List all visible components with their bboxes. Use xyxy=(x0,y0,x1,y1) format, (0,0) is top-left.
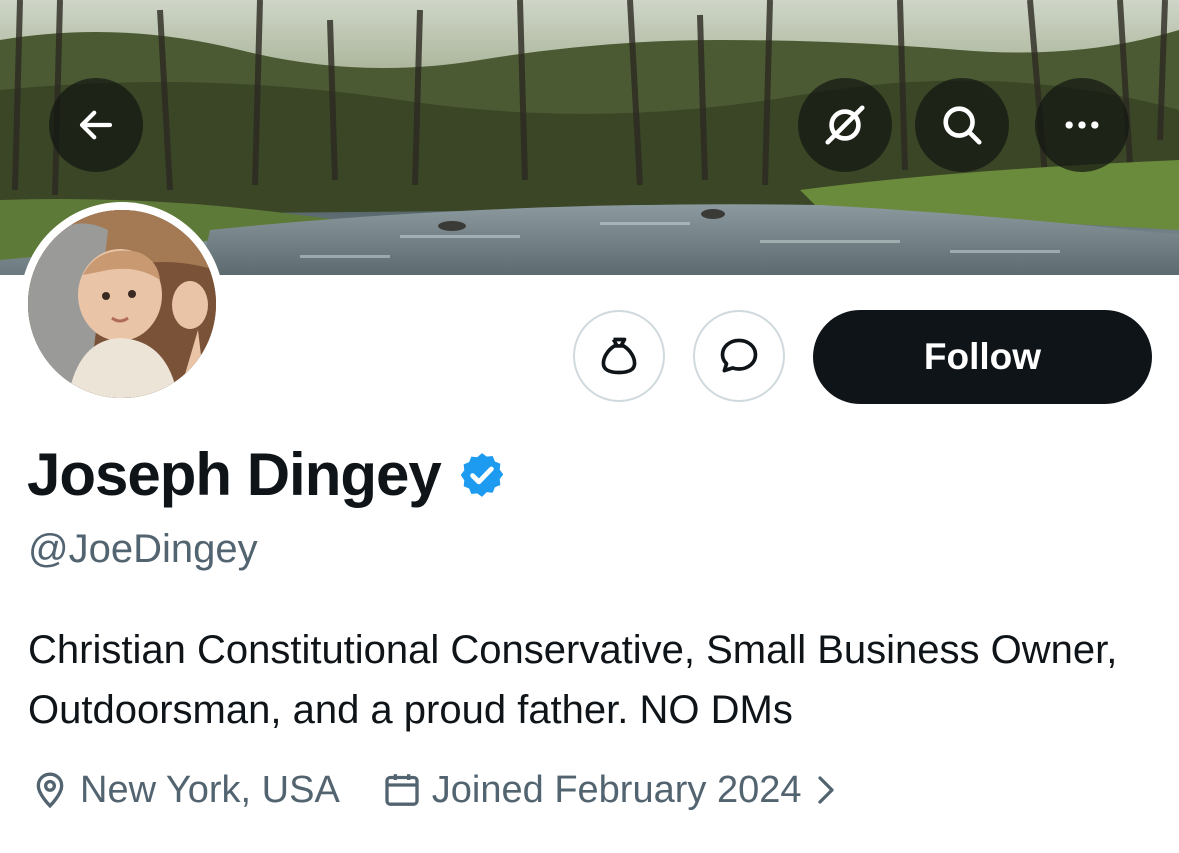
more-button[interactable] xyxy=(1035,78,1129,172)
message-bubble-icon xyxy=(720,338,758,373)
profile-meta: New York, USA Joined February 2024 xyxy=(30,765,847,815)
profile-handle: @JoeDingey xyxy=(28,527,258,571)
grok-button[interactable] xyxy=(798,78,892,172)
avatar-image xyxy=(28,210,216,398)
profile-page: Follow Joseph Dingey @JoeDingey Christia… xyxy=(0,0,1179,853)
grok-icon xyxy=(825,105,865,145)
tip-button[interactable] xyxy=(573,310,665,402)
name-row: Joseph Dingey xyxy=(27,440,507,510)
joined-date-link[interactable]: Joined February 2024 xyxy=(382,765,848,815)
back-button[interactable] xyxy=(49,78,143,172)
follow-button[interactable]: Follow xyxy=(813,310,1152,404)
chevron-right-icon xyxy=(818,776,835,804)
more-horizontal-icon xyxy=(1065,121,1099,129)
joined-text: Joined February 2024 xyxy=(431,769,802,811)
search-button[interactable] xyxy=(915,78,1009,172)
search-icon xyxy=(943,106,982,145)
location-pin-icon xyxy=(36,772,64,809)
avatar[interactable] xyxy=(20,202,224,406)
location-text: New York, USA xyxy=(80,769,340,811)
arrow-left-icon xyxy=(79,110,113,140)
verified-badge-icon[interactable] xyxy=(457,450,507,500)
display-name: Joseph Dingey xyxy=(27,441,442,508)
calendar-icon xyxy=(385,774,419,806)
profile-bio: Christian Constitutional Conservative, S… xyxy=(28,628,1118,732)
money-bag-icon xyxy=(601,337,637,375)
message-button[interactable] xyxy=(693,310,785,402)
location: New York, USA xyxy=(30,765,340,815)
